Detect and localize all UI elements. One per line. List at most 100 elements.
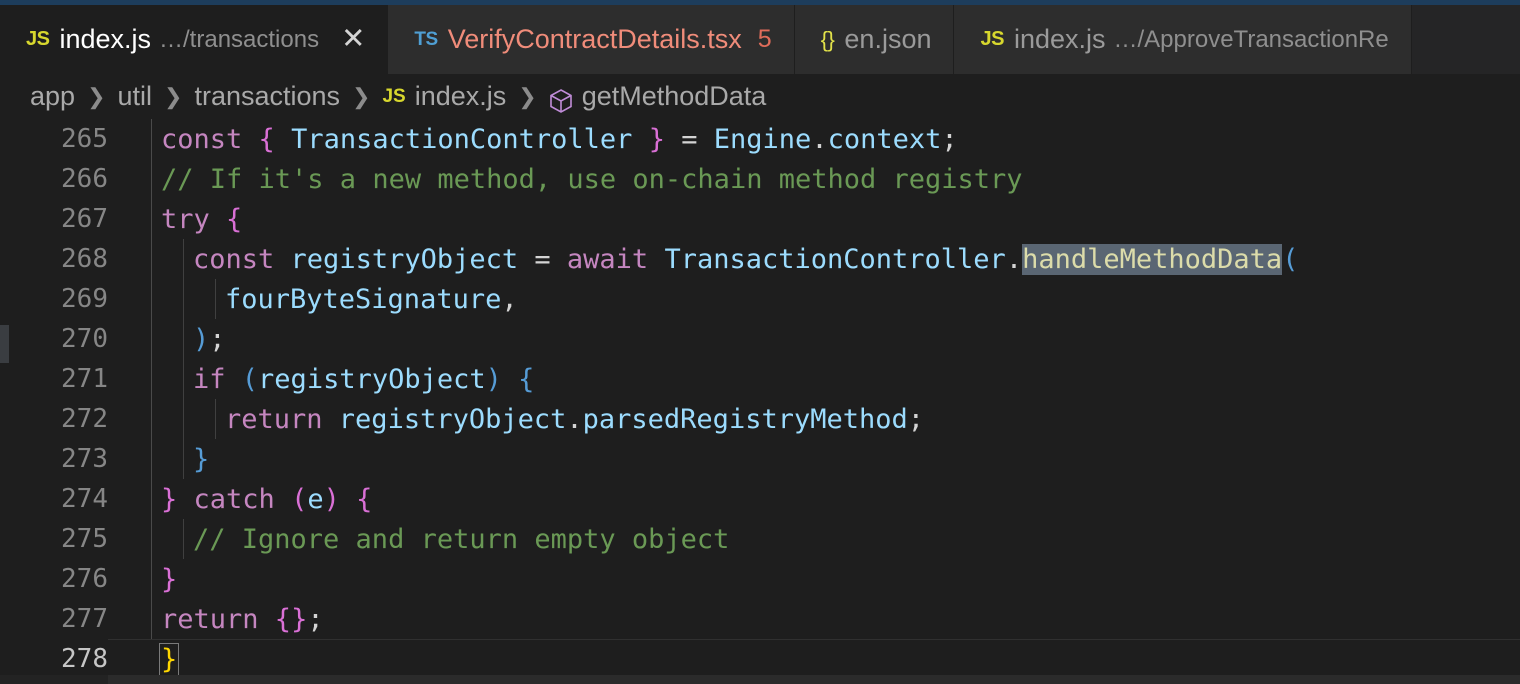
code-line[interactable]: 270); [0,319,1520,359]
indent-guide [183,519,184,559]
indent-guide [151,199,152,239]
code-line-content: fourByteSignature, [108,279,1520,319]
code-editor[interactable]: 265 const { TransactionController } = Eng… [0,119,1520,684]
line-number: 271 [61,364,108,394]
indent-guide [151,559,152,599]
code-line[interactable]: 278} [0,639,1520,679]
line-number: 268 [61,244,108,274]
editor-tab-2[interactable]: {} en.json [794,5,955,74]
indent-guide [215,399,216,439]
code-line[interactable]: 265 const { TransactionController } = Eng… [0,119,1520,159]
code-token: ) [485,363,502,395]
line-number: 269 [61,284,108,314]
code-token: e [307,483,324,515]
code-tokens: return registryObject.parsedRegistryMeth… [161,404,924,435]
code-token: registryObject [290,243,519,275]
code-token: ; [941,123,958,155]
code-tokens: const { TransactionController } = Engine… [161,124,958,155]
code-line-content: } catch (e) { [108,479,1520,519]
code-line[interactable]: 277 return {}; [0,599,1520,639]
indent-guide [183,439,184,479]
code-token: fourByteSignature [225,283,502,315]
line-number: 277 [61,604,108,634]
code-token: } [161,563,178,595]
code-token: ; [907,403,925,435]
code-tokens: if (registryObject) { [161,364,534,395]
code-token: catch [193,483,292,515]
code-line[interactable]: 266 // If it's a new method, use on-chain… [0,159,1520,199]
line-number: 266 [61,164,108,194]
code-token: // Ignore and return empty object [193,523,730,555]
chevron-right-icon: ❯ [164,83,183,109]
line-number: 265 [61,124,108,154]
code-line[interactable]: 273} [0,439,1520,479]
code-line[interactable]: 268 const registryObject = await Transact… [0,239,1520,279]
indent-guide [151,159,152,199]
code-token: TransactionController [291,123,633,155]
code-token: . [566,403,583,435]
symbol-method-icon [549,88,573,114]
code-tokens: const registryObject = await Transaction… [161,243,1298,275]
editor-tab-3[interactable]: JS index.js …/ApproveTransactionRe [954,5,1412,74]
editor-tab-label: VerifyContractDetails.tsx [447,24,742,54]
code-token: ( [241,363,259,395]
breadcrumb-item-4[interactable]: getMethodData [549,81,766,114]
code-token: , [501,283,518,315]
code-line[interactable]: 269 fourByteSignature, [0,279,1520,319]
indent-guide [151,479,152,519]
code-line[interactable]: 274} catch (e) { [0,479,1520,519]
code-line-content: try { [108,199,1520,239]
code-token: } [648,123,665,155]
editor-tab-0[interactable]: JS index.js …/transactions ✕ [0,5,389,74]
indent-guide [151,599,152,639]
indent-guide [151,519,152,559]
code-line[interactable]: 267 try { [0,199,1520,239]
code-line[interactable]: 272 return registryObject.parsedRegistryM… [0,399,1520,439]
breadcrumb-label: app [30,81,76,111]
code-token: registryObject [258,363,486,395]
chevron-right-icon: ❯ [87,83,106,109]
indent-guide [151,439,152,479]
code-tokens: // If it's a new method, use on-chain me… [161,164,1023,195]
indent-guide [183,319,184,359]
horizontal-scrollbar-thumb[interactable] [108,675,1520,684]
js-file-icon: JS [26,28,50,50]
code-line-content: return {}; [108,599,1520,639]
code-token: registryObject [338,403,567,435]
breadcrumb-item-2[interactable]: transactions [194,81,340,112]
code-token: { [226,203,243,235]
code-line[interactable]: 275 // Ignore and return empty object [0,519,1520,559]
editor-tab-bar: JS index.js …/transactions ✕ TS VerifyContrac… [0,5,1520,74]
indent-guide [151,399,152,439]
code-token: return [225,403,339,435]
breadcrumb-item-0[interactable]: app [30,81,75,112]
editor-tab-label: index.js [59,24,152,54]
code-token: Engine [713,123,812,155]
horizontal-scrollbar[interactable] [0,675,1520,684]
line-number: 278 [61,644,108,674]
code-token: ) [323,483,340,515]
js-file-icon: JS [980,28,1004,50]
code-line[interactable]: 271 if (registryObject) { [0,359,1520,399]
code-token: TransactionController [664,243,1006,275]
editor-tab-error-badge: 5 [757,25,772,53]
code-line[interactable]: 276} [0,559,1520,599]
code-token: } [158,642,180,676]
breadcrumb: app ❯ util ❯ transactions ❯ JS index.js ❯ getMeth… [0,74,1520,119]
breadcrumb-item-3[interactable]: JS index.js [382,81,506,112]
code-line-content: const { TransactionController } = Engine… [108,119,1520,159]
code-token: { [274,603,292,635]
vscode-editor-window: JS index.js …/transactions ✕ TS VerifyContrac… [0,0,1520,684]
breadcrumb-item-1[interactable]: util [118,81,153,112]
editor-tab-label: index.js [1013,24,1106,54]
indent-guide [151,119,152,159]
code-token: ; [307,603,324,635]
code-token: handleMethodData [1022,243,1283,275]
editor-tab-1[interactable]: TS VerifyContractDetails.tsx 5 [388,5,795,74]
close-icon[interactable]: ✕ [341,25,365,54]
code-token: try [161,203,210,235]
breadcrumb-label: transactions [194,81,341,111]
